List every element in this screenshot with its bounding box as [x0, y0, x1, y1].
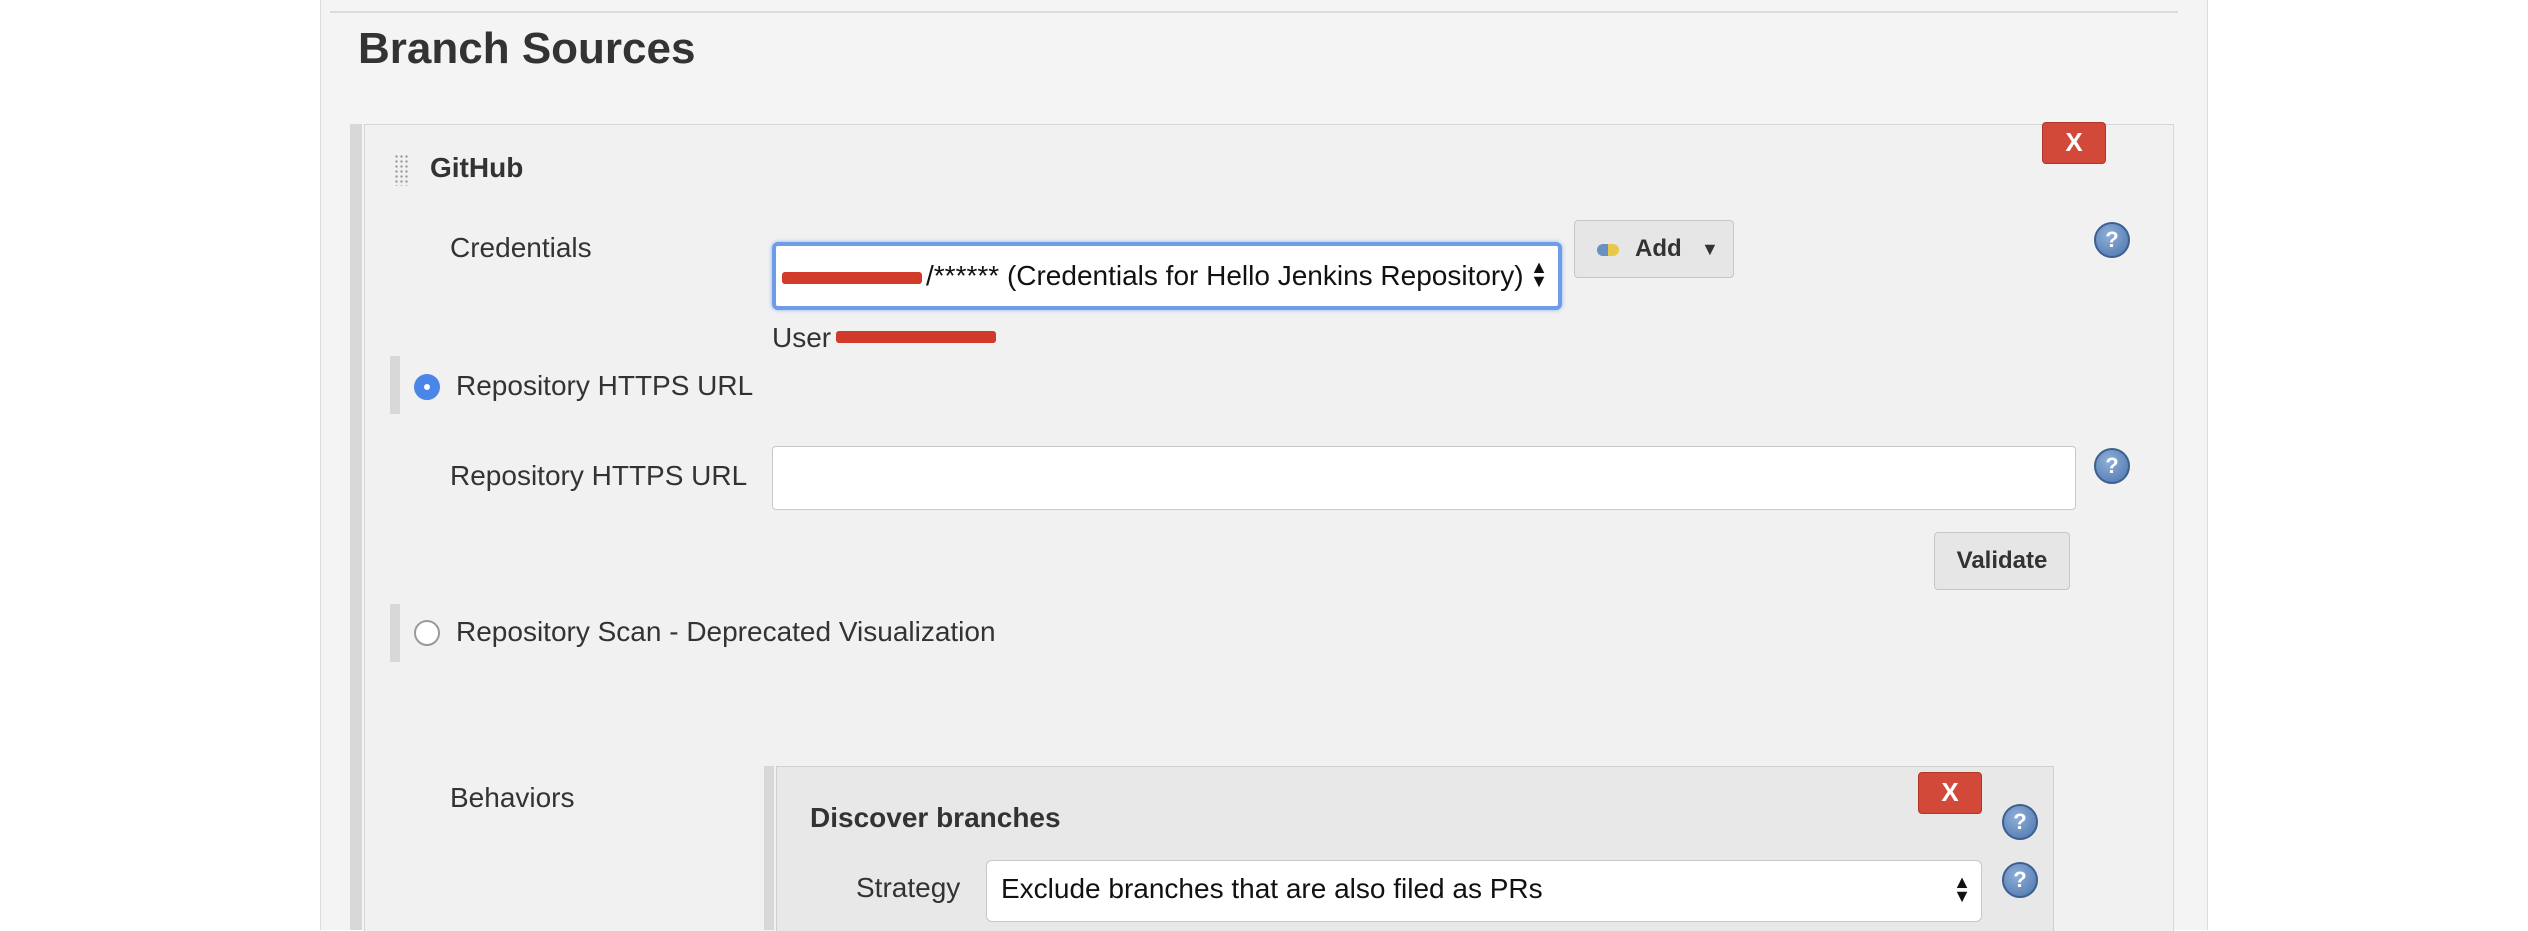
redacted-user	[836, 331, 996, 343]
add-credentials-button[interactable]: Add ▼	[1574, 220, 1734, 278]
chevron-down-icon: ▼	[1701, 239, 1719, 259]
source-indent-bar	[350, 124, 362, 930]
redacted-username	[782, 272, 922, 284]
credentials-help-icon[interactable]: ?	[2094, 222, 2130, 258]
validate-button[interactable]: Validate	[1934, 532, 2070, 590]
strategy-select[interactable]: Exclude branches that are also filed as …	[986, 860, 1982, 922]
remove-behavior-button[interactable]: X	[1918, 772, 1982, 814]
credentials-user-label: User	[772, 322, 832, 353]
credentials-select[interactable]: /****** (Credentials for Hello Jenkins R…	[772, 242, 1562, 310]
credentials-label: Credentials	[450, 232, 592, 263]
https-option-label: Repository HTTPS URL	[456, 370, 754, 401]
option-indent-bar	[390, 356, 400, 414]
https-url-help-icon[interactable]: ?	[2094, 448, 2130, 484]
discover-branches-title: Discover branches	[810, 802, 1061, 833]
scan-option-label: Repository Scan - Deprecated Visualizati…	[456, 616, 996, 647]
behavior-indent-bar	[764, 766, 774, 930]
https-radio[interactable]	[414, 374, 440, 400]
strategy-label: Strategy	[856, 872, 961, 903]
scan-radio[interactable]	[414, 620, 440, 646]
section-title: Branch Sources	[358, 24, 696, 73]
behaviors-label: Behaviors	[450, 782, 575, 813]
discover-help-icon[interactable]: ?	[2002, 804, 2038, 840]
github-source-title: GitHub	[430, 152, 524, 183]
option-indent-bar	[390, 604, 400, 662]
select-arrows-icon: ▲ ▼	[1953, 872, 1971, 906]
strategy-help-icon[interactable]: ?	[2002, 862, 2038, 898]
https-url-label: Repository HTTPS URL	[450, 460, 748, 491]
drag-handle-icon[interactable]	[394, 154, 410, 186]
divider	[330, 11, 2178, 13]
remove-source-button[interactable]: X	[2042, 122, 2106, 164]
key-icon	[1597, 244, 1619, 256]
select-arrows-icon: ▲ ▼	[1530, 257, 1548, 291]
https-url-input[interactable]	[772, 446, 2076, 510]
